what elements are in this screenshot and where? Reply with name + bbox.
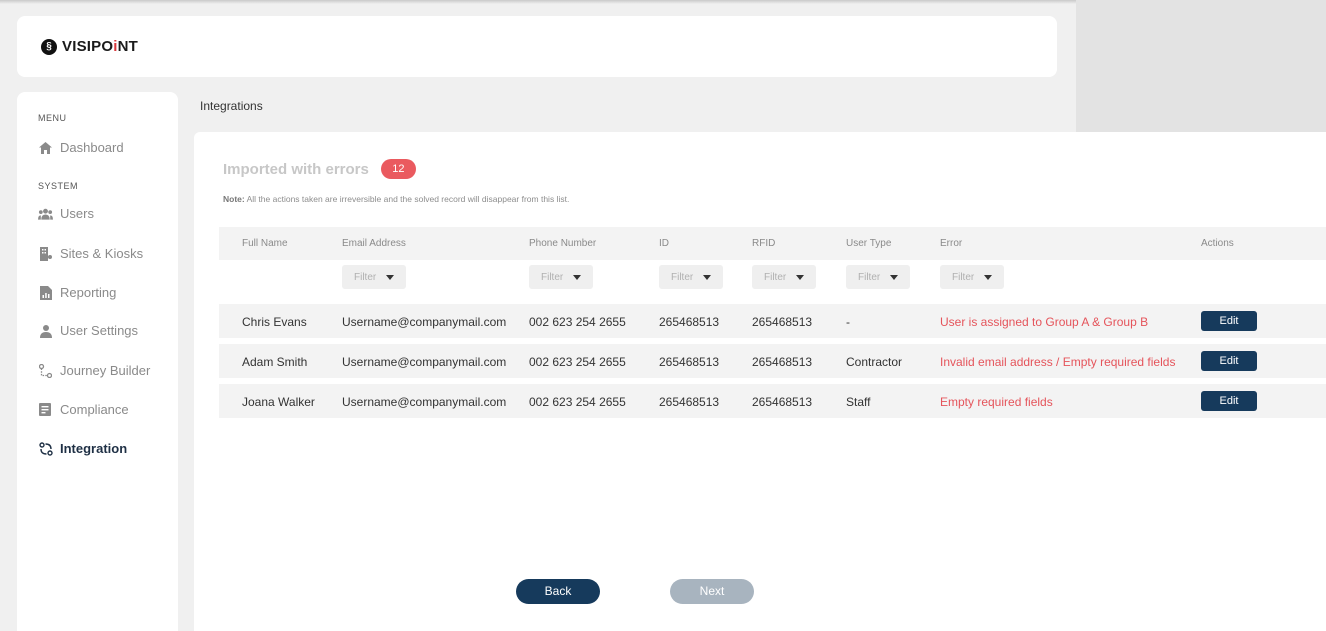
main-content: Imported with errors 12 Note: All the ac…	[194, 132, 1326, 631]
column-header-rfid[interactable]: RFID	[752, 238, 775, 249]
cell-user-type: -	[846, 315, 850, 329]
column-header-actions: Actions	[1201, 238, 1234, 249]
brand-logo[interactable]: § VISIPOiNT	[41, 38, 138, 55]
home-icon	[38, 140, 53, 155]
sidebar-item-label: Integration	[60, 441, 128, 456]
sidebar-item-label: Users	[60, 206, 94, 221]
report-icon	[38, 285, 53, 300]
back-button[interactable]: Back	[516, 579, 600, 604]
caret-down-icon	[984, 274, 993, 280]
cell-id: 265468513	[659, 395, 720, 409]
table-row: Chris Evans Username@companymail.com 002…	[219, 304, 1326, 338]
title-row: Imported with errors 12	[223, 159, 416, 179]
system-section-label: SYSTEM	[38, 181, 79, 191]
filter-id-dropdown[interactable]: Filter	[659, 265, 723, 289]
cell-full-name: Joana Walker	[242, 395, 315, 409]
filter-email-dropdown[interactable]: Filter	[342, 265, 406, 289]
breadcrumb: Integrations	[200, 99, 263, 113]
cell-error: User is assigned to Group A & Group B	[940, 315, 1149, 329]
column-header-email[interactable]: Email Address	[342, 238, 406, 249]
sidebar-item-label: Reporting	[60, 285, 117, 300]
edit-button[interactable]: Edit	[1201, 391, 1257, 411]
column-header-full-name[interactable]: Full Name	[242, 238, 288, 249]
note-text: Note: All the actions taken are irrevers…	[223, 194, 570, 204]
cell-phone: 002 623 254 2655	[529, 315, 626, 329]
filter-row: Filter Filter Filter Filter Filter Filte…	[219, 260, 1326, 298]
cell-id: 265468513	[659, 315, 720, 329]
cell-error: Empty required fields	[940, 395, 1053, 409]
cell-rfid: 265468513	[752, 315, 813, 329]
column-header-phone[interactable]: Phone Number	[529, 238, 596, 249]
users-icon	[38, 206, 53, 221]
table-header: Full Name Email Address Phone Number ID …	[219, 227, 1326, 260]
sidebar-item-integration[interactable]: Integration	[38, 441, 127, 456]
cell-rfid: 265468513	[752, 395, 813, 409]
sidebar-item-compliance[interactable]: Compliance	[38, 402, 129, 417]
cell-user-type: Contractor	[846, 355, 903, 369]
column-header-error[interactable]: Error	[940, 238, 962, 249]
cell-email: Username@companymail.com	[342, 395, 507, 409]
sidebar-item-label: Journey Builder	[60, 363, 151, 378]
sidebar-item-dashboard[interactable]: Dashboard	[38, 140, 124, 155]
sidebar-item-users[interactable]: Users	[38, 206, 94, 221]
sidebar-item-user-settings[interactable]: User Settings	[38, 323, 138, 338]
brand-name: VISIPOiNT	[62, 38, 138, 55]
caret-down-icon	[890, 274, 899, 280]
caret-down-icon	[386, 274, 395, 280]
filter-rfid-dropdown[interactable]: Filter	[752, 265, 816, 289]
cell-phone: 002 623 254 2655	[529, 395, 626, 409]
page-title: Imported with errors	[223, 160, 369, 178]
building-icon	[38, 246, 53, 261]
cell-phone: 002 623 254 2655	[529, 355, 626, 369]
filter-error-dropdown[interactable]: Filter	[940, 265, 1004, 289]
cell-email: Username@companymail.com	[342, 315, 507, 329]
filter-user-type-dropdown[interactable]: Filter	[846, 265, 910, 289]
sidebar-item-label: Sites & Kiosks	[60, 246, 144, 261]
error-count-badge: 12	[380, 159, 416, 179]
table-row: Adam Smith Username@companymail.com 002 …	[219, 344, 1326, 378]
cell-error: Invalid email address / Empty required f…	[940, 355, 1176, 369]
column-header-user-type[interactable]: User Type	[846, 238, 891, 249]
sidebar-item-label: User Settings	[60, 323, 139, 338]
sidebar-item-journey-builder[interactable]: Journey Builder	[38, 363, 150, 378]
caret-down-icon	[703, 274, 712, 280]
sidebar: MENU Dashboard SYSTEM Users Sites & Kios…	[17, 92, 178, 631]
cell-rfid: 265468513	[752, 355, 813, 369]
cell-full-name: Adam Smith	[242, 355, 308, 369]
edit-button[interactable]: Edit	[1201, 311, 1257, 331]
menu-section-label: MENU	[38, 113, 67, 123]
filter-phone-dropdown[interactable]: Filter	[529, 265, 593, 289]
caret-down-icon	[796, 274, 805, 280]
cell-id: 265468513	[659, 355, 720, 369]
sidebar-item-label: Dashboard	[60, 140, 124, 155]
next-button[interactable]: Next	[670, 579, 754, 604]
cell-user-type: Staff	[846, 395, 871, 409]
integration-icon	[38, 441, 53, 456]
caret-down-icon	[573, 274, 582, 280]
edit-button[interactable]: Edit	[1201, 351, 1257, 371]
user-icon	[38, 323, 53, 338]
compliance-icon	[38, 402, 53, 417]
sidebar-item-sites-kiosks[interactable]: Sites & Kiosks	[38, 246, 143, 261]
app-header: § VISIPOiNT	[17, 16, 1057, 77]
table-row: Joana Walker Username@companymail.com 00…	[219, 384, 1326, 418]
sidebar-item-label: Compliance	[60, 402, 129, 417]
column-header-id[interactable]: ID	[659, 238, 669, 249]
cell-email: Username@companymail.com	[342, 355, 507, 369]
logo-mark-icon: §	[41, 38, 57, 55]
cell-full-name: Chris Evans	[242, 315, 307, 329]
sidebar-item-reporting[interactable]: Reporting	[38, 285, 116, 300]
journey-icon	[38, 363, 53, 378]
right-panel	[1076, 0, 1326, 132]
